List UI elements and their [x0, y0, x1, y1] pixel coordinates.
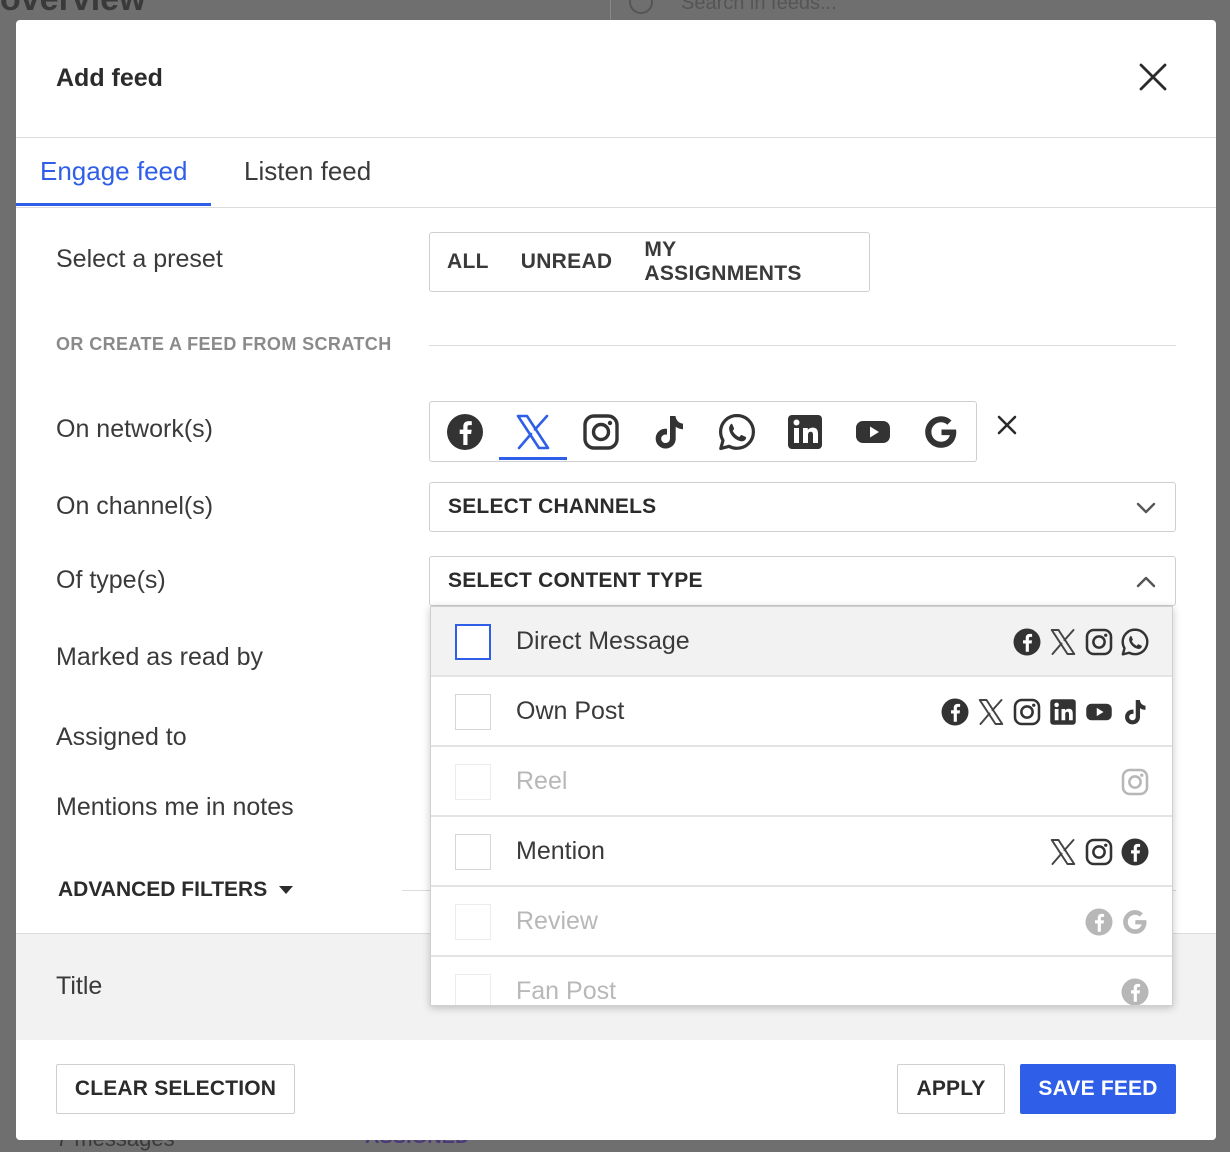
clear-selection-button[interactable]: CLEAR SELECTION: [56, 1064, 295, 1114]
channels-select[interactable]: SELECT CHANNELS: [429, 482, 1176, 532]
checkbox[interactable]: [455, 694, 491, 730]
chevron-up-icon: [1136, 576, 1156, 588]
checkbox: [455, 904, 491, 940]
content-type-select[interactable]: SELECT CONTENT TYPE: [429, 556, 1176, 606]
whatsapp-icon[interactable]: [717, 412, 757, 452]
tiktok-icon[interactable]: [649, 412, 689, 452]
content-type-label: Fan Post: [516, 977, 617, 1005]
types-label: Of type(s): [56, 566, 166, 594]
instagram-icon[interactable]: [581, 412, 621, 452]
checkbox: [455, 764, 491, 800]
advanced-filters-label: ADVANCED FILTERS: [58, 878, 268, 901]
list-item: Fan Post: [431, 957, 1172, 1006]
add-feed-modal: Add feed Engage feed Listen feed Select …: [16, 20, 1216, 1140]
divider: [429, 345, 1176, 346]
linkedin-icon: [1048, 697, 1078, 727]
advanced-filters-toggle[interactable]: ADVANCED FILTERS: [58, 878, 294, 902]
modal-footer: CLEAR SELECTION APPLY SAVE FEED: [16, 1040, 1216, 1140]
feed-tabs: Engage feed Listen feed: [16, 138, 1216, 208]
facebook-icon: [1012, 627, 1042, 657]
x-icon[interactable]: [513, 412, 553, 452]
background-search: Search in feeds...: [610, 0, 1230, 20]
instagram-icon: [1084, 627, 1114, 657]
list-item: Review: [431, 887, 1172, 957]
preset-unread[interactable]: UNREAD: [521, 250, 613, 274]
list-item[interactable]: Mention: [431, 817, 1172, 887]
content-type-label: Own Post: [516, 697, 625, 725]
checkbox: [455, 974, 491, 1005]
list-item[interactable]: Own Post: [431, 677, 1172, 747]
chevron-down-icon: [1136, 502, 1156, 514]
facebook-icon: [1120, 977, 1150, 1006]
linkedin-icon[interactable]: [785, 412, 825, 452]
content-type-dropdown: Direct Message Own Post Reel Mention Rev…: [430, 606, 1173, 1006]
facebook-icon[interactable]: [445, 412, 485, 452]
preset-my-assignments[interactable]: MY ASSIGNMENTS: [644, 238, 837, 286]
network-selector: [429, 401, 977, 462]
checkbox[interactable]: [455, 834, 491, 870]
content-type-label: Mention: [516, 837, 605, 865]
content-type-select-value: SELECT CONTENT TYPE: [448, 569, 703, 592]
apply-button[interactable]: APPLY: [897, 1064, 1005, 1114]
tab-engage-feed[interactable]: Engage feed: [16, 156, 212, 206]
background-page-title: overview: [0, 0, 146, 19]
tiktok-icon: [1120, 697, 1150, 727]
channels-select-value: SELECT CHANNELS: [448, 495, 657, 518]
preset-all[interactable]: ALL: [447, 250, 489, 274]
mentions-label: Mentions me in notes: [56, 793, 294, 821]
whatsapp-icon: [1120, 627, 1150, 657]
google-icon[interactable]: [921, 412, 961, 452]
content-type-label: Reel: [516, 767, 568, 795]
list-item[interactable]: Direct Message: [431, 607, 1172, 677]
instagram-icon: [1120, 767, 1150, 797]
x-icon: [1048, 837, 1078, 867]
instagram-icon: [1012, 697, 1042, 727]
x-icon: [1048, 627, 1078, 657]
read-by-label: Marked as read by: [56, 643, 264, 671]
channels-label: On channel(s): [56, 492, 214, 520]
background-search-placeholder: Search in feeds...: [681, 0, 837, 14]
title-label: Title: [56, 972, 103, 1000]
clear-networks-icon[interactable]: [994, 412, 1020, 438]
instagram-icon: [1084, 837, 1114, 867]
close-icon[interactable]: [1138, 62, 1168, 92]
scratch-section-label: OR CREATE A FEED FROM SCRATCH: [56, 334, 392, 354]
content-type-label: Review: [516, 907, 598, 935]
selected-network-indicator: [499, 457, 567, 460]
x-icon: [976, 697, 1006, 727]
youtube-icon: [1084, 697, 1114, 727]
tab-listen-feed[interactable]: Listen feed: [220, 156, 395, 206]
caret-down-icon: [279, 886, 294, 895]
youtube-icon[interactable]: [853, 412, 893, 452]
checkbox[interactable]: [455, 624, 491, 660]
content-type-label: Direct Message: [516, 627, 690, 655]
assigned-label: Assigned to: [56, 723, 187, 751]
save-feed-button[interactable]: SAVE FEED: [1020, 1064, 1176, 1114]
search-icon: [629, 0, 653, 14]
preset-label: Select a preset: [56, 245, 223, 273]
networks-label: On network(s): [56, 415, 213, 443]
facebook-icon: [1084, 907, 1114, 937]
facebook-icon: [1120, 837, 1150, 867]
google-icon: [1120, 907, 1150, 937]
preset-selector: ALL UNREAD MY ASSIGNMENTS: [429, 232, 870, 292]
facebook-icon: [940, 697, 970, 727]
modal-title: Add feed: [56, 64, 163, 92]
modal-header: Add feed: [16, 20, 1216, 138]
list-item: Reel: [431, 747, 1172, 817]
